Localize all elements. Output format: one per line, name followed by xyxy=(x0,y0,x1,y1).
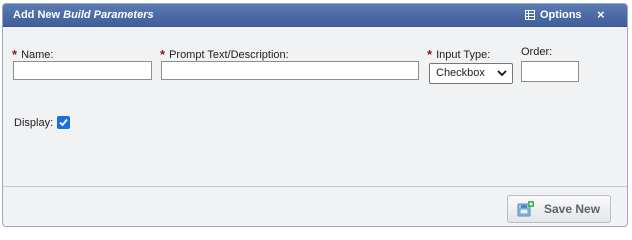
save-new-icon xyxy=(517,200,535,218)
prompt-input[interactable] xyxy=(161,61,419,80)
chevron-down-icon xyxy=(497,68,507,78)
order-input[interactable] xyxy=(521,61,579,82)
options-button[interactable]: Options xyxy=(525,9,582,21)
display-label: Display: xyxy=(14,117,54,129)
check-icon xyxy=(59,118,68,127)
required-marker: * xyxy=(12,47,18,62)
input-type-select[interactable]: Checkbox xyxy=(429,63,513,84)
input-type-selected: Checkbox xyxy=(436,67,485,79)
dialog-title-emphasis: Build Parameters xyxy=(63,9,154,21)
prompt-label-text: Prompt Text/Description: xyxy=(169,49,289,61)
required-marker: * xyxy=(160,47,166,62)
close-icon[interactable]: × xyxy=(597,7,605,22)
name-label-text: Name: xyxy=(21,49,54,61)
dialog-title-prefix: Add New xyxy=(13,9,61,21)
input-type-label: * Input Type: xyxy=(427,46,491,62)
name-label: * Name: xyxy=(12,46,54,62)
order-label-text: Order: xyxy=(521,46,553,58)
required-marker: * xyxy=(427,47,433,62)
input-type-label-text: Input Type: xyxy=(436,49,491,61)
footer-divider xyxy=(3,186,627,187)
add-build-parameters-dialog: Add New Build Parameters Options × * Name… xyxy=(2,3,628,227)
name-input[interactable] xyxy=(13,61,152,80)
options-label: Options xyxy=(540,9,582,21)
dialog-title: Add New Build Parameters xyxy=(13,9,154,21)
dialog-titlebar: Add New Build Parameters Options × xyxy=(3,4,627,27)
prompt-label: * Prompt Text/Description: xyxy=(160,46,289,62)
display-checkbox[interactable] xyxy=(57,116,70,129)
save-new-label: Save New xyxy=(544,202,601,216)
save-new-button[interactable]: Save New xyxy=(507,195,611,223)
order-label: Order: xyxy=(521,46,552,58)
grid-icon xyxy=(525,10,535,20)
